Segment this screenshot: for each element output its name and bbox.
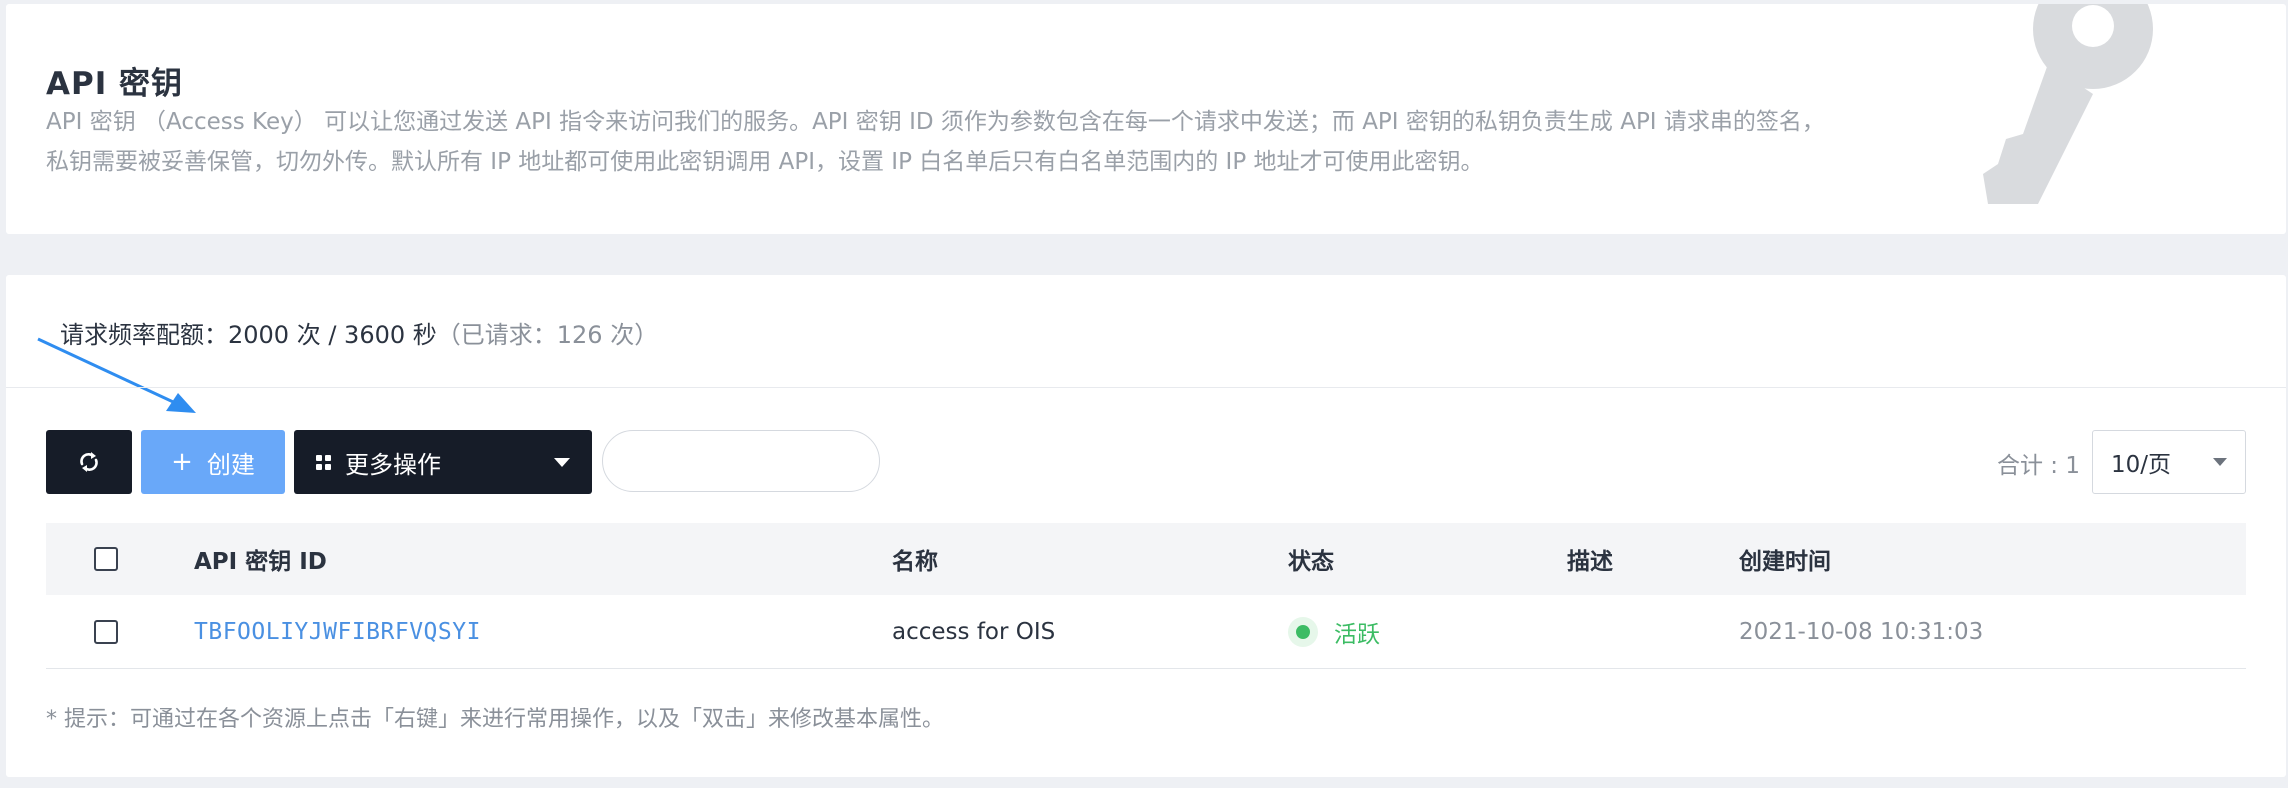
more-actions-dropdown[interactable]: 更多操作: [294, 430, 592, 494]
refresh-button[interactable]: [46, 430, 132, 494]
table-row[interactable]: TBFOOLIYJWFIBRFVQSYI access for OIS 活跃 2…: [46, 595, 2246, 669]
main-card: 请求频率配额：2000 次 / 3600 秒（已请求：126 次） + 创建 更…: [6, 275, 2286, 777]
column-header-created: 创建时间: [1739, 549, 1831, 575]
column-header-id: API 密钥 ID: [194, 549, 327, 575]
status-text: 活跃: [1334, 621, 1380, 648]
more-actions-label: 更多操作: [345, 450, 441, 479]
plus-icon: +: [171, 447, 193, 477]
total-count: 合计 : 1: [1996, 453, 2080, 479]
pointer-arrow-icon: [37, 337, 196, 413]
table-header: API 密钥 ID 名称 状态 描述 创建时间: [46, 523, 2246, 595]
key-icon: [1983, 4, 2153, 204]
row-name: access for OIS: [892, 618, 1056, 645]
tip-text: * 提示：可通过在各个资源上点击「右键」来进行常用操作，以及「双击」来修改基本属…: [46, 707, 944, 732]
toolbar: + 创建 更多操作 合计 : 1 10/页: [46, 430, 2246, 494]
column-header-description: 描述: [1567, 549, 1613, 575]
page-size-select[interactable]: 10/页: [2092, 430, 2246, 494]
row-status: 活跃: [1288, 595, 1380, 668]
caret-down-icon: [2213, 458, 2227, 466]
refresh-icon: [80, 452, 98, 472]
page-size-value: 10/页: [2111, 452, 2172, 478]
column-header-name: 名称: [892, 549, 938, 575]
api-key-id-link[interactable]: TBFOOLIYJWFIBRFVQSYI: [194, 619, 481, 645]
divider: [6, 387, 2286, 388]
quota-used: （已请求：126 次）: [436, 321, 659, 349]
column-header-status: 状态: [1288, 549, 1334, 575]
header-card: API 密钥 API 密钥 （Access Key） 可以让您通过发送 API …: [6, 4, 2286, 234]
search-input[interactable]: [602, 430, 880, 492]
caret-down-icon: [554, 457, 570, 467]
status-dot-icon: [1288, 616, 1318, 647]
create-button-label: 创建: [206, 450, 255, 479]
api-key-table: API 密钥 ID 名称 状态 描述 创建时间 TBFOOLIYJWFIBRFV…: [46, 523, 2246, 669]
row-checkbox[interactable]: [94, 619, 118, 644]
page-title: API 密钥: [46, 66, 184, 102]
create-button[interactable]: + 创建: [141, 430, 285, 494]
select-all-checkbox[interactable]: [94, 547, 118, 571]
page-description: API 密钥 （Access Key） 可以让您通过发送 API 指令来访问我们…: [46, 109, 1825, 175]
grid-icon: [316, 454, 331, 470]
row-created-time: 2021-10-08 10:31:03: [1739, 618, 1984, 645]
